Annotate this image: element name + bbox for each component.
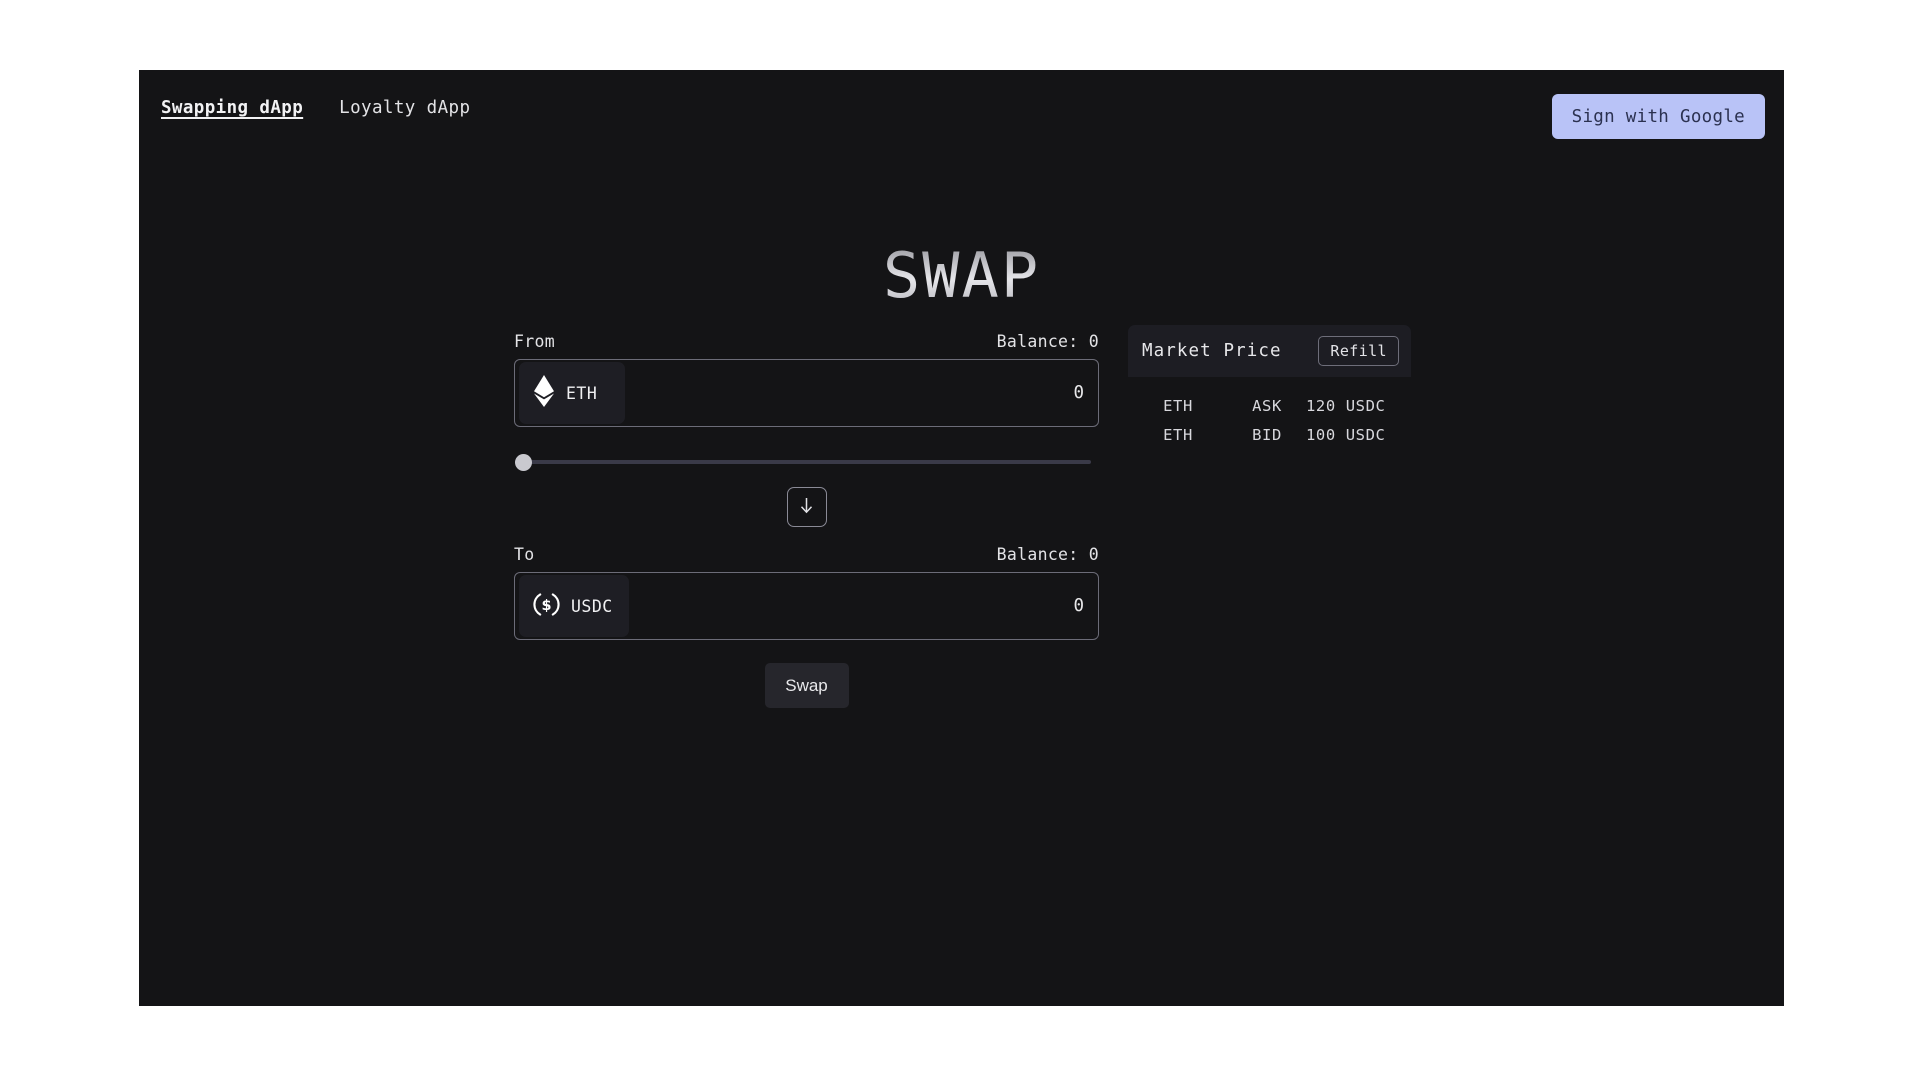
market-row-price: 120 USDC — [1306, 396, 1386, 415]
amount-slider[interactable] — [515, 460, 1091, 464]
market-row-side: BID — [1252, 425, 1282, 444]
market-row: ETH ASK 120 USDC — [1128, 391, 1411, 420]
app-window: Swapping dApp Loyalty dApp Sign with Goo… — [139, 70, 1784, 1006]
swap-button[interactable]: Swap — [764, 663, 849, 708]
to-label: To — [514, 545, 535, 564]
market-price-header: Market Price Refill — [1128, 325, 1411, 377]
market-row-pair: ETH — [1163, 425, 1193, 444]
amount-slider-row — [514, 451, 1099, 473]
refill-button[interactable]: Refill — [1318, 336, 1399, 366]
swap-direction-button[interactable] — [786, 487, 827, 527]
market-row: ETH BID 100 USDC — [1128, 420, 1411, 449]
to-token-symbol: USDC — [571, 596, 613, 616]
nav-link-swapping-dapp[interactable]: Swapping dApp — [161, 98, 303, 118]
usdc-icon: $ — [533, 591, 560, 622]
to-token-box: $ USDC — [514, 572, 1099, 640]
nav-link-loyalty-dapp[interactable]: Loyalty dApp — [339, 98, 470, 118]
from-token-box: ETH — [514, 359, 1099, 427]
from-field-header: From Balance: 0 — [514, 332, 1099, 351]
sign-with-google-button[interactable]: Sign with Google — [1551, 94, 1765, 139]
market-price-title: Market Price — [1142, 341, 1282, 361]
market-row-side: ASK — [1252, 396, 1282, 415]
market-row-pair: ETH — [1163, 396, 1193, 415]
from-label: From — [514, 332, 555, 351]
market-row-price: 100 USDC — [1306, 425, 1386, 444]
swap-submit-row: Swap — [514, 663, 1099, 708]
swap-direction-row — [514, 487, 1099, 527]
from-token-symbol: ETH — [566, 383, 598, 403]
ethereum-icon — [533, 375, 555, 411]
from-token-selector[interactable]: ETH — [519, 362, 625, 424]
to-balance: Balance: 0 — [996, 545, 1099, 564]
market-price-panel: Market Price Refill ETH ASK 120 USDC ETH… — [1128, 325, 1411, 449]
from-amount-input[interactable] — [625, 383, 1098, 403]
to-amount-input[interactable] — [628, 596, 1098, 616]
to-field-header: To Balance: 0 — [514, 545, 1099, 564]
swap-card: From Balance: 0 ETH 0 To Balance: 0 $ US… — [514, 332, 1099, 708]
page-title: SWAP — [139, 245, 1784, 307]
to-token-selector[interactable]: $ USDC — [519, 575, 629, 637]
from-balance: Balance: 0 — [996, 332, 1099, 351]
arrow-down-icon — [798, 496, 815, 518]
top-navigation-bar: Swapping dApp Loyalty dApp Sign with Goo… — [139, 70, 1784, 160]
market-price-rows: ETH ASK 120 USDC ETH BID 100 USDC — [1128, 377, 1411, 449]
nav-links: Swapping dApp Loyalty dApp — [161, 98, 470, 118]
svg-text:$: $ — [541, 597, 551, 613]
